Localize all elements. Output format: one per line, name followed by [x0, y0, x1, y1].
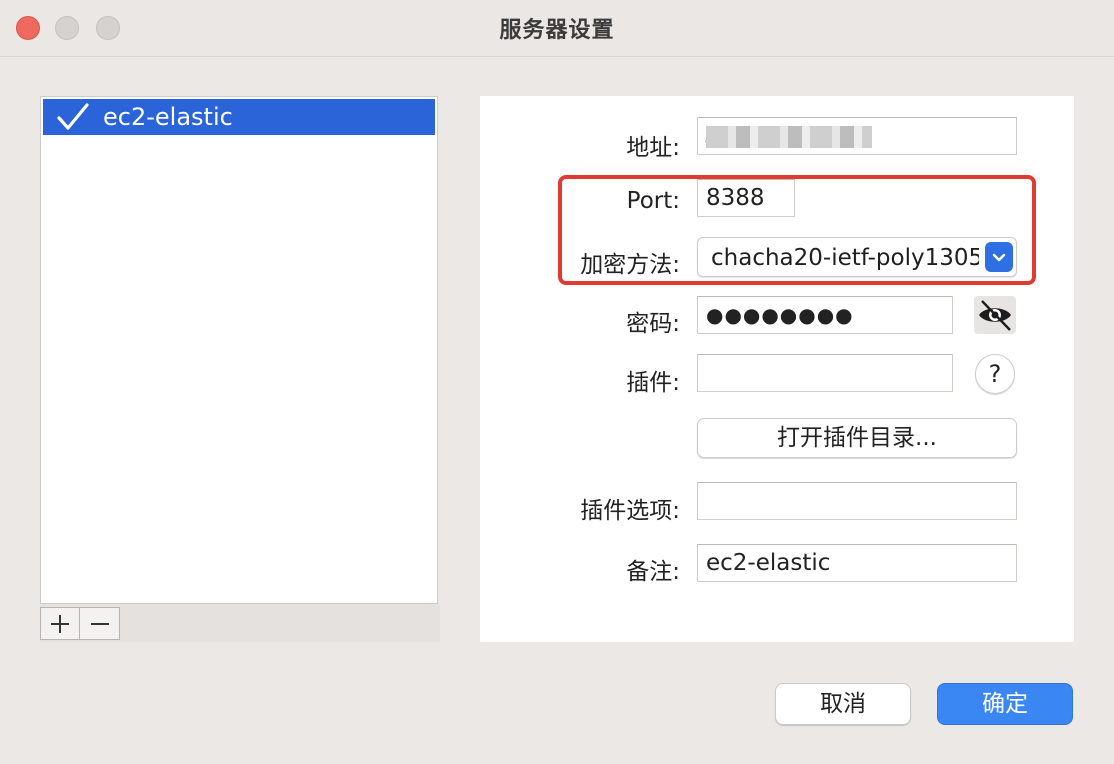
password-input[interactable]: ●●●●●●●● [697, 296, 953, 334]
address-redaction [706, 126, 872, 148]
highlight-annotation [558, 175, 1036, 285]
open-plugin-directory-button[interactable]: 打开插件目录... [697, 418, 1017, 458]
remark-label: 备注: [626, 559, 680, 585]
address-label: 地址: [626, 135, 680, 161]
add-server-button[interactable] [40, 607, 80, 640]
title-bar: 服务器设置 [0, 0, 1114, 57]
toggle-password-visibility-button[interactable] [974, 296, 1016, 334]
eye-slash-icon [979, 300, 1011, 331]
plus-icon [51, 614, 69, 633]
ok-button[interactable]: 确定 [937, 683, 1073, 725]
plugin-options-input[interactable] [697, 482, 1017, 520]
list-toolbar [40, 604, 440, 642]
password-label: 密码: [626, 311, 680, 337]
plugin-options-label: 插件选项: [580, 498, 680, 524]
window-title: 服务器设置 [499, 18, 615, 43]
help-button[interactable]: ? [975, 354, 1015, 394]
minus-icon [90, 622, 109, 625]
cancel-button[interactable]: 取消 [775, 683, 911, 725]
plugin-input[interactable] [697, 354, 953, 392]
remove-server-button[interactable] [80, 607, 120, 640]
plugin-label: 插件: [626, 370, 680, 396]
server-list: ec2-elastic [40, 96, 438, 604]
checkmark-icon [43, 102, 103, 132]
remark-input[interactable] [697, 544, 1017, 582]
server-name: ec2-elastic [103, 103, 233, 131]
server-list-item[interactable]: ec2-elastic [43, 99, 435, 135]
